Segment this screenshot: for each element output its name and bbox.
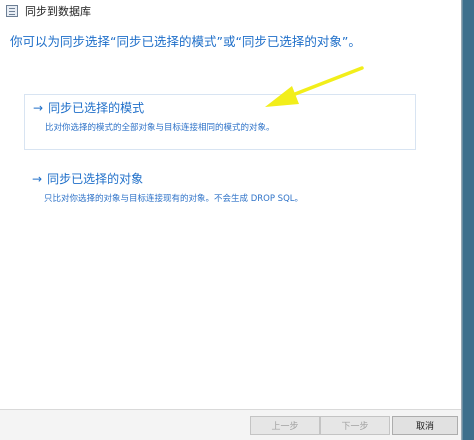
previous-button[interactable]: 上一步: [250, 416, 320, 435]
option-description: 只比对你选择的对象与目标连接现有的对象。不会生成 DROP SQL。: [44, 194, 303, 204]
option-description: 比对你选择的模式的全部对象与目标连接相同的模式的对象。: [45, 123, 275, 133]
next-button[interactable]: 下一步: [320, 416, 390, 435]
option-title: 同步已选择的模式: [48, 101, 145, 115]
app-icon: [6, 5, 18, 17]
option-sync-selected-schemas[interactable]: → 同步已选择的模式 比对你选择的模式的全部对象与目标连接相同的模式的对象。: [24, 94, 416, 150]
arrow-right-icon: →: [32, 171, 43, 186]
cancel-button[interactable]: 取消: [392, 416, 458, 435]
background-window-strip: [463, 0, 474, 440]
arrow-right-icon: →: [33, 100, 44, 115]
button-bar: 上一步 下一步 取消: [0, 409, 461, 440]
sync-dialog: 同步到数据库 你可以为同步选择“同步已选择的模式”或“同步已选择的对象”。 → …: [0, 0, 462, 440]
option-title: 同步已选择的对象: [47, 172, 144, 186]
page-heading: 你可以为同步选择“同步已选择的模式”或“同步已选择的对象”。: [10, 34, 361, 49]
window-title: 同步到数据库: [25, 5, 91, 18]
option-sync-selected-objects[interactable]: → 同步已选择的对象 只比对你选择的对象与目标连接现有的对象。不会生成 DROP…: [24, 166, 416, 206]
title-bar: 同步到数据库: [0, 0, 461, 22]
